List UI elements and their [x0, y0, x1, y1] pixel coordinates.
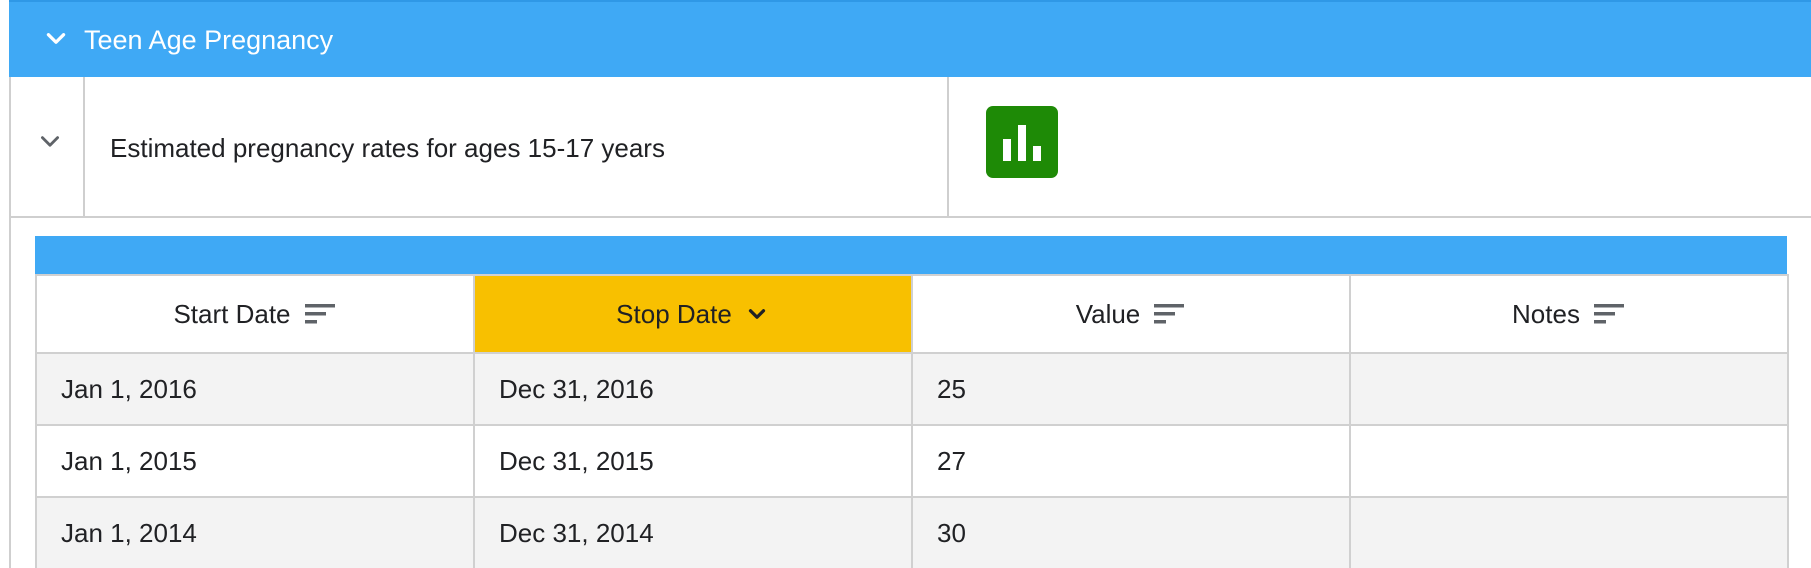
chevron-down-icon[interactable]: [37, 129, 63, 155]
indicator-expand-toggle[interactable]: [11, 77, 85, 216]
section-title: Teen Age Pregnancy: [84, 25, 334, 55]
sort-lines-icon[interactable]: [1152, 301, 1186, 327]
indicator-label-cell: Estimated pregnancy rates for ages 15-17…: [85, 77, 949, 216]
column-header-label: Value: [1075, 298, 1141, 329]
cell-notes: [1349, 496, 1789, 568]
indicator-row: Estimated pregnancy rates for ages 15-17…: [11, 77, 1811, 218]
cell-value: 25: [911, 352, 1351, 426]
column-header-label: Start Date: [173, 298, 291, 329]
chevron-down-icon[interactable]: [43, 26, 69, 52]
sort-lines-icon[interactable]: [303, 301, 337, 327]
cell-start-date: Jan 1, 2014: [35, 496, 475, 568]
table-row: Jan 1, 2015 Dec 31, 2015 27: [35, 424, 1789, 498]
column-header-notes[interactable]: Notes: [1349, 274, 1789, 354]
cell-stop-date: Dec 31, 2014: [473, 496, 913, 568]
table-row: Jan 1, 2016 Dec 31, 2016 25: [35, 352, 1789, 426]
cell-notes: [1349, 424, 1789, 498]
indicator-label: Estimated pregnancy rates for ages 15-17…: [110, 133, 665, 163]
cell-value: 30: [911, 496, 1351, 568]
view-chart-button[interactable]: [986, 106, 1058, 178]
column-header-start-date[interactable]: Start Date: [35, 274, 475, 354]
cell-notes: [1349, 352, 1789, 426]
table-header-bar: [35, 236, 1787, 274]
table-row: Jan 1, 2014 Dec 31, 2014 30: [35, 496, 1789, 568]
cell-start-date: Jan 1, 2016: [35, 352, 475, 426]
sort-lines-icon[interactable]: [1592, 301, 1626, 327]
column-header-label: Notes: [1512, 298, 1580, 329]
column-header-label: Stop Date: [616, 298, 732, 329]
chevron-down-icon[interactable]: [744, 301, 770, 327]
section-header-teen-age-pregnancy[interactable]: Teen Age Pregnancy: [9, 0, 1811, 77]
page: Teen Age Pregnancy Estimated pregnancy r…: [0, 0, 1811, 568]
data-table: Start Date Stop Date Value Notes Jan 1, …: [35, 274, 1789, 568]
table-header-row: Start Date Stop Date Value Notes: [35, 274, 1789, 354]
cell-start-date: Jan 1, 2015: [35, 424, 475, 498]
cell-value: 27: [911, 424, 1351, 498]
column-header-stop-date[interactable]: Stop Date: [473, 274, 913, 354]
cell-stop-date: Dec 31, 2016: [473, 352, 913, 426]
column-header-value[interactable]: Value: [911, 274, 1351, 354]
cell-stop-date: Dec 31, 2015: [473, 424, 913, 498]
